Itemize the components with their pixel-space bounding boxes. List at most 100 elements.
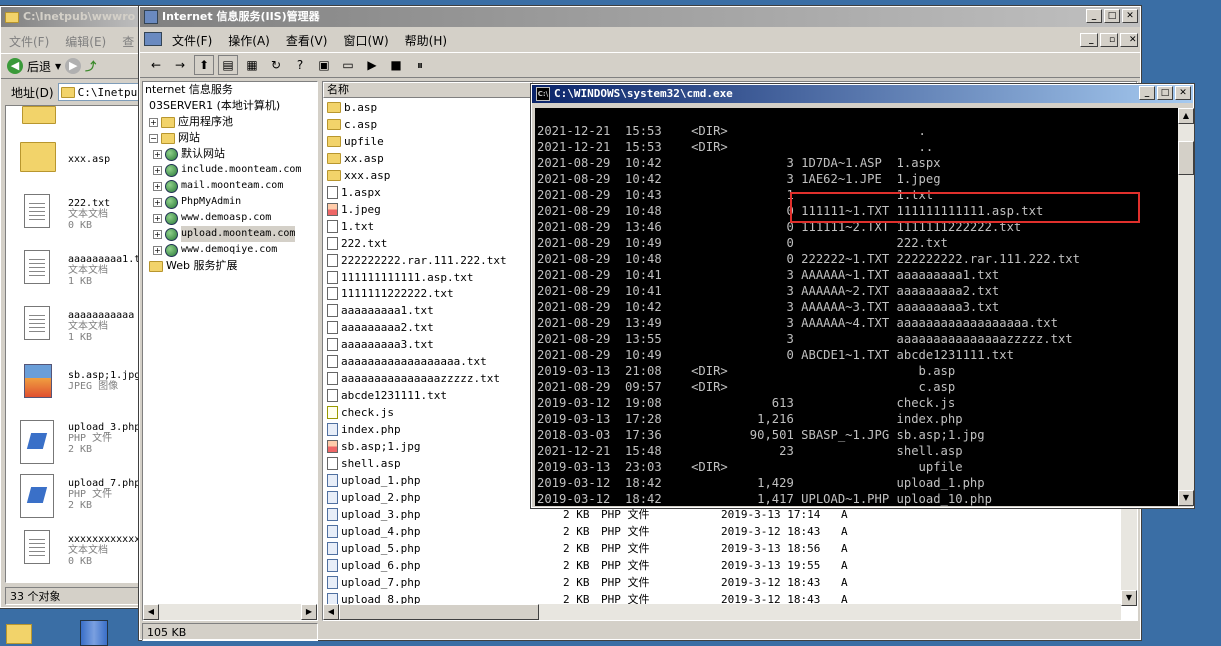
scroll-down-icon[interactable]: ▼ (1121, 590, 1137, 606)
maximize-button[interactable]: □ (1104, 9, 1120, 23)
forward-arrow-icon[interactable]: ▶ (65, 58, 82, 74)
expand-icon[interactable]: + (153, 245, 162, 255)
file-list-item[interactable]: index.php (327, 421, 401, 438)
pause-icon[interactable]: ⏸ (410, 55, 430, 75)
file-list-item[interactable]: sb.asp;1.jpg (327, 438, 420, 455)
tree-hscroll[interactable]: ◀ ▶ (143, 604, 317, 620)
stop-icon[interactable]: ■ (386, 55, 406, 75)
file-list-item[interactable]: upload_7.php (327, 574, 420, 591)
expand-icon[interactable]: + (153, 165, 162, 175)
refresh-icon[interactable]: ↻ (266, 55, 286, 75)
text-document-icon[interactable] (24, 194, 50, 228)
back-arrow-icon[interactable]: ◀ (7, 58, 23, 74)
file-list-item[interactable]: xxx.asp (327, 167, 390, 184)
file-list-item[interactable]: aaaaaaaaa1.txt (327, 302, 434, 319)
tree-site-selected[interactable]: + upload.moonteam.com (153, 226, 296, 242)
child-close-button[interactable]: ✕ (1120, 33, 1138, 47)
properties-icon[interactable]: ▦ (242, 55, 262, 75)
desktop-folder-icon[interactable] (6, 624, 32, 644)
up-level-icon[interactable]: ⬆ (194, 55, 214, 75)
file-list-item[interactable]: upload_4.php (327, 523, 420, 540)
file-list-item[interactable]: 1111111222222.txt (327, 285, 454, 302)
text-document-icon[interactable] (24, 306, 50, 340)
file-list-item[interactable]: aaaaaaaaaaaaaaazzzzz.txt (327, 370, 500, 387)
php-file-icon[interactable] (20, 420, 54, 464)
list-hscroll[interactable]: ◀ (323, 604, 1121, 620)
up-folder-icon[interactable]: ⤴ (85, 58, 96, 74)
child-restore-button[interactable]: ▫ (1100, 33, 1118, 47)
forward-arrow-icon[interactable]: → (170, 55, 190, 75)
cmd-scroll-thumb[interactable] (1178, 141, 1194, 175)
tree-site[interactable]: + mail.moonteam.com (153, 178, 283, 194)
file-list-item[interactable]: b.asp (327, 99, 377, 116)
scroll-down-icon[interactable]: ▼ (1178, 490, 1194, 506)
file-list-item[interactable]: aaaaaaaaa2.txt (327, 319, 434, 336)
hscroll-thumb[interactable] (339, 604, 539, 620)
back-dropdown-icon[interactable]: ▼ (55, 62, 61, 71)
file-list-item[interactable]: upload_5.php (327, 540, 420, 557)
file-list-item[interactable]: upfile (327, 133, 384, 150)
tree-site[interactable]: + PhpMyAdmin (153, 194, 241, 210)
tree-site[interactable]: + www.demoqiye.com (153, 242, 277, 258)
address-field[interactable]: C:\Inetpu (57, 83, 145, 101)
iis-menu-view[interactable]: 查看(V) (278, 32, 336, 49)
close-button[interactable]: ✕ (1122, 9, 1138, 23)
file-list-item[interactable]: upload_3.php (327, 506, 420, 523)
back-button-label[interactable]: 后退 (27, 58, 51, 75)
desktop-archive-icon[interactable] (80, 620, 108, 646)
file-list-item[interactable]: 1.aspx (327, 184, 381, 201)
scroll-up-icon[interactable]: ▲ (1178, 108, 1194, 124)
console-icon[interactable]: ▣ (314, 55, 334, 75)
cmd-maximize-button[interactable]: □ (1157, 86, 1173, 100)
cmd-titlebar[interactable]: C:\ C:\WINDOWS\system32\cmd.exe _ □ ✕ (532, 85, 1193, 103)
tree-site[interactable]: + 默认网站 (153, 146, 225, 162)
file-list-item[interactable]: c.asp (327, 116, 377, 133)
php-file-icon[interactable] (20, 474, 54, 518)
jpeg-image-icon[interactable] (24, 364, 52, 398)
cmd-vscroll[interactable]: ▲ ▼ (1178, 108, 1194, 506)
file-list-item[interactable]: 1.txt (327, 218, 374, 235)
explorer-menu-file[interactable]: 文件(F) (1, 33, 57, 50)
file-list-item[interactable]: abcde1231111.txt (327, 387, 447, 404)
text-document-icon[interactable] (24, 250, 50, 284)
help-icon[interactable]: ? (290, 55, 310, 75)
folder-item-icon[interactable] (22, 106, 56, 124)
expand-icon[interactable]: + (153, 197, 162, 207)
expand-icon[interactable]: + (153, 149, 162, 159)
show-tree-icon[interactable]: ▤ (218, 55, 238, 75)
child-minimize-button[interactable]: _ (1080, 33, 1098, 47)
iis-menu-help[interactable]: 帮助(H) (397, 32, 455, 49)
expand-icon[interactable]: + (153, 181, 162, 191)
expand-icon[interactable]: + (149, 117, 158, 127)
scroll-left-icon[interactable]: ◀ (143, 604, 159, 620)
tree-site[interactable]: + include.moonteam.com (153, 162, 301, 178)
cmd-console-output[interactable]: 2021-12-21 15:53 <DIR> . 2021-12-21 15:53… (535, 108, 1178, 506)
iis-menu-window[interactable]: 窗口(W) (335, 32, 396, 49)
cmd-minimize-button[interactable]: _ (1139, 86, 1155, 100)
text-document-icon[interactable] (24, 530, 50, 564)
file-list-item[interactable]: shell.asp (327, 455, 401, 472)
tree-root[interactable]: nternet 信息服务 (145, 82, 233, 98)
file-list-item[interactable]: 222.txt (327, 235, 387, 252)
file-list-item[interactable]: 1.jpeg (327, 201, 381, 218)
tree-site[interactable]: + www.demoasp.com (153, 210, 271, 226)
iis-menu-file[interactable]: 文件(F) (164, 32, 220, 49)
file-list-item[interactable]: check.js (327, 404, 394, 421)
expand-icon[interactable]: + (153, 213, 162, 223)
expand-icon[interactable]: + (153, 229, 162, 239)
file-list-item[interactable]: 222222222.rar.111.222.txt (327, 252, 507, 269)
play-icon[interactable]: ▶ (362, 55, 382, 75)
collapse-icon[interactable]: − (149, 133, 158, 143)
file-list-item[interactable]: upload_2.php (327, 489, 420, 506)
tree-server[interactable]: 03SERVER1 (本地计算机) (149, 98, 280, 114)
computer-icon[interactable]: ▭ (338, 55, 358, 75)
column-header-name[interactable]: 名称 (323, 82, 533, 98)
tree-web-ext[interactable]: Web 服务扩展 (149, 258, 237, 274)
back-arrow-icon[interactable]: ← (146, 55, 166, 75)
folder-item-xxx-asp[interactable] (20, 142, 56, 172)
explorer-menu-edit[interactable]: 编辑(E) (57, 33, 114, 50)
tree-app-pools[interactable]: + 应用程序池 (149, 114, 233, 130)
cmd-close-button[interactable]: ✕ (1175, 86, 1191, 100)
file-list-item[interactable]: xx.asp (327, 150, 384, 167)
scroll-left-icon[interactable]: ◀ (323, 604, 339, 620)
